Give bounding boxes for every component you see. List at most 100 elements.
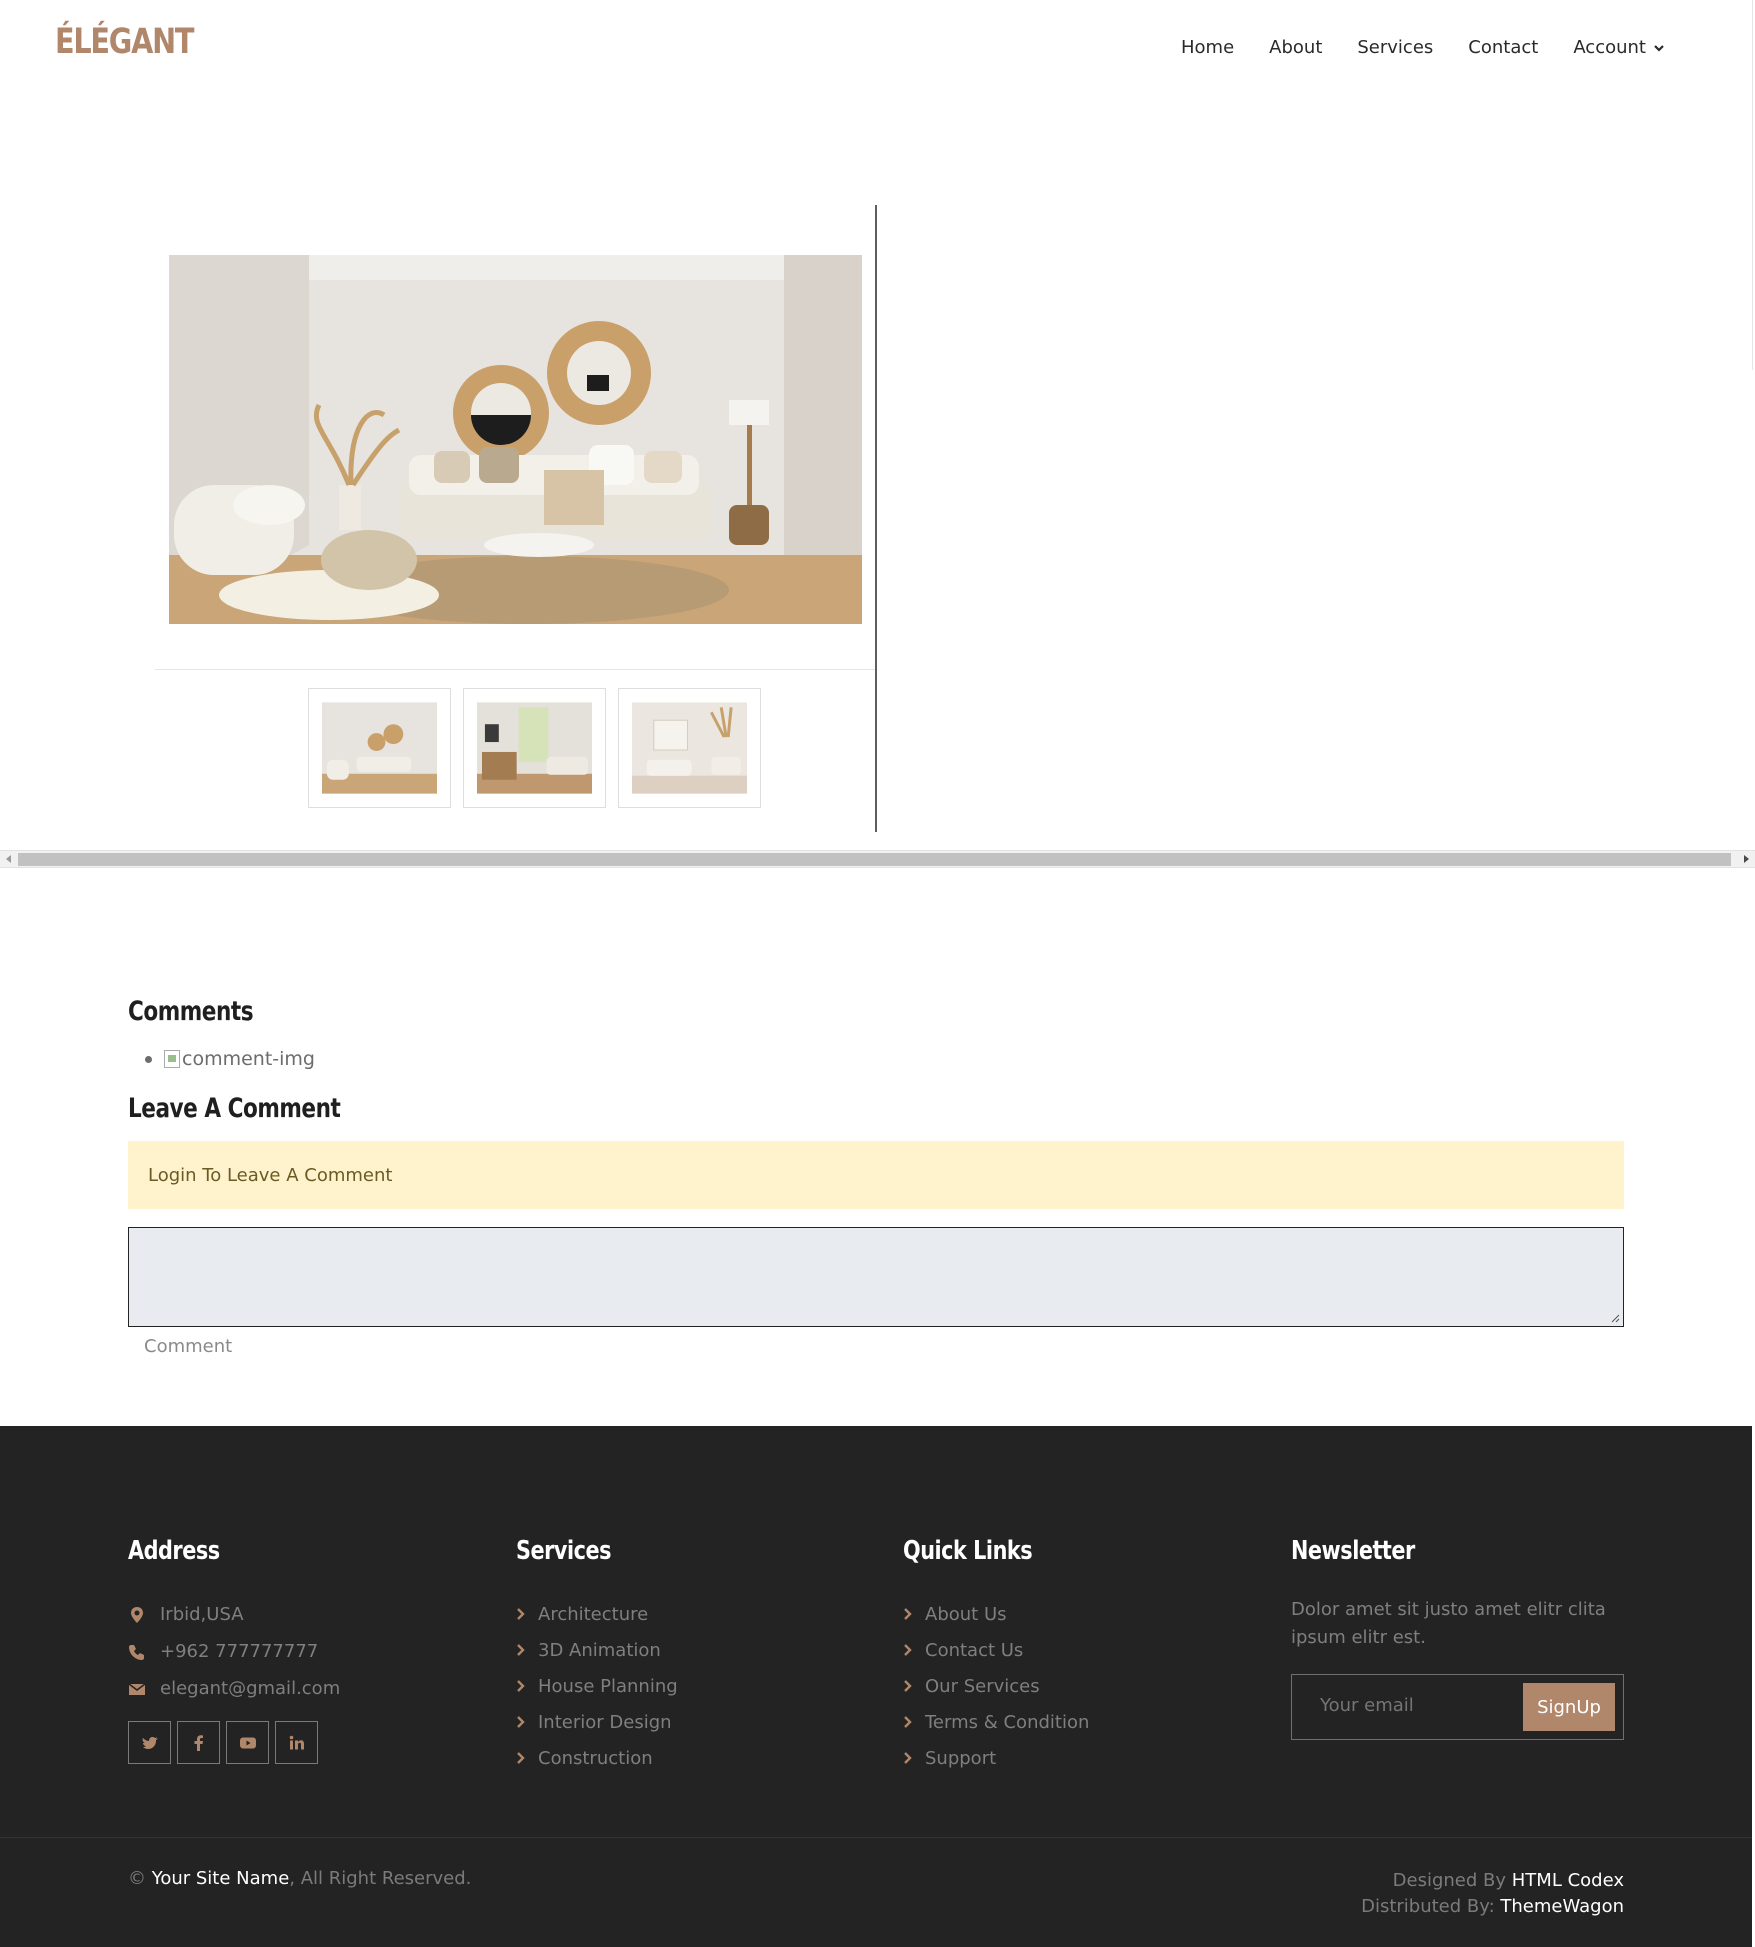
site-footer: Address Irbid,USA +962 777777777 elegant… [0, 1426, 1752, 1947]
nav-account[interactable]: Account [1573, 37, 1665, 58]
copyright: © Your Site Name, All Right Reserved. [128, 1868, 471, 1889]
footer-quick-link[interactable]: Terms & Condition [903, 1704, 1089, 1740]
nav-about[interactable]: About [1269, 37, 1322, 58]
address-phone-text: +962 777777777 [160, 1641, 319, 1662]
newsletter-text: Dolor amet sit justo amet elitr clita ip… [1291, 1599, 1606, 1648]
footer-service-link[interactable]: 3D Animation [516, 1632, 678, 1668]
thumbnail-1[interactable] [308, 688, 451, 808]
comment-field-label: Comment [144, 1336, 233, 1357]
youtube-icon [239, 1737, 256, 1748]
scrollbar-thumb[interactable] [18, 853, 1731, 866]
footer-address: Address Irbid,USA +962 777777777 elegant… [128, 1536, 340, 1764]
footer-separator [0, 1837, 1752, 1838]
leave-comment-heading: Leave A Comment [128, 1093, 341, 1124]
designed-by-link[interactable]: HTML Codex [1512, 1870, 1624, 1891]
chevron-right-icon [904, 1644, 912, 1656]
twitter-icon [142, 1736, 158, 1749]
chevron-right-icon [517, 1608, 525, 1620]
footer-service-link[interactable]: Interior Design [516, 1704, 678, 1740]
address-email-text: elegant@gmail.com [160, 1678, 341, 1699]
footer-quick-links: Quick Links About Us Contact Us Our Serv… [903, 1536, 1089, 1776]
phone-icon [129, 1644, 144, 1660]
footer-quick-link-label: About Us [925, 1603, 1007, 1625]
distributed-by-label: Distributed By: [1361, 1896, 1495, 1917]
youtube-button[interactable] [226, 1721, 269, 1764]
login-notice-text: Login To Leave A Comment [148, 1164, 393, 1186]
site-name-link[interactable]: Your Site Name [152, 1868, 290, 1889]
footer-quick-link-label: Support [925, 1747, 997, 1769]
nav-home[interactable]: Home [1181, 37, 1234, 58]
envelope-icon [128, 1682, 146, 1695]
comment-item: comment-img [145, 1048, 315, 1070]
newsletter-signup-button[interactable]: SignUp [1523, 1683, 1615, 1731]
newsletter-email-input[interactable] [1320, 1695, 1510, 1716]
chevron-right-icon [517, 1716, 525, 1728]
nav-services[interactable]: Services [1357, 37, 1433, 58]
footer-quick-link-label: Our Services [925, 1675, 1040, 1697]
credits: Designed By HTML Codex Distributed By: T… [1361, 1868, 1624, 1920]
main-room-image[interactable] [169, 255, 862, 624]
chevron-right-icon [517, 1644, 525, 1656]
scroll-left-arrow-icon[interactable] [6, 855, 11, 863]
main-nav: Home About Services Contact Account [1181, 37, 1665, 58]
address-location: Irbid,USA [128, 1596, 340, 1633]
footer-quick-link-label: Terms & Condition [925, 1711, 1090, 1733]
chevron-right-icon [904, 1752, 912, 1764]
scroll-right-arrow-icon[interactable] [1744, 855, 1749, 863]
address-email: elegant@gmail.com [128, 1670, 340, 1707]
footer-service-label: 3D Animation [538, 1639, 661, 1661]
horizontal-scrollbar[interactable] [0, 850, 1755, 868]
gallery-vertical-divider [875, 205, 877, 832]
linkedin-icon [289, 1735, 304, 1749]
comment-image-alt: comment-img [182, 1048, 315, 1070]
facebook-button[interactable] [177, 1721, 220, 1764]
thumbnail-strip [308, 688, 761, 808]
distributed-by-link[interactable]: ThemeWagon [1500, 1896, 1624, 1917]
footer-quick-link[interactable]: Contact Us [903, 1632, 1089, 1668]
rights-text: , All Right Reserved. [289, 1868, 472, 1889]
social-links [128, 1721, 340, 1764]
footer-services-title: Services [516, 1536, 612, 1566]
copyright-symbol: © [128, 1868, 146, 1889]
designed-by-line: Designed By HTML Codex [1361, 1868, 1624, 1894]
footer-quick-link-label: Contact Us [925, 1639, 1024, 1661]
twitter-button[interactable] [128, 1721, 171, 1764]
nav-account-label: Account [1573, 37, 1646, 58]
footer-service-label: House Planning [538, 1675, 678, 1697]
footer-newsletter: Newsletter Dolor amet sit justo amet eli… [1291, 1536, 1624, 1740]
newsletter-form: SignUp [1291, 1674, 1624, 1740]
footer-quick-link[interactable]: Our Services [903, 1668, 1089, 1704]
logo[interactable]: ÉLÉGANT [55, 22, 194, 62]
chevron-right-icon [904, 1608, 912, 1620]
thumbnail-image [477, 702, 592, 794]
designed-by-label: Designed By [1392, 1870, 1507, 1891]
facebook-icon [194, 1734, 203, 1751]
footer-quick-link[interactable]: Support [903, 1740, 1089, 1776]
footer-newsletter-title: Newsletter [1291, 1536, 1415, 1566]
footer-service-label: Construction [538, 1747, 653, 1769]
living-room-photo [169, 255, 862, 624]
resize-handle-icon[interactable] [1610, 1313, 1620, 1323]
chevron-right-icon [904, 1680, 912, 1692]
login-notice[interactable]: Login To Leave A Comment [128, 1141, 1624, 1209]
thumbnail-2[interactable] [463, 688, 606, 808]
chevron-right-icon [904, 1716, 912, 1728]
nav-contact[interactable]: Contact [1468, 37, 1538, 58]
address-phone: +962 777777777 [128, 1633, 340, 1670]
chevron-down-icon [1654, 44, 1664, 52]
thumbnail-image [632, 702, 747, 794]
footer-service-link[interactable]: Construction [516, 1740, 678, 1776]
footer-address-title: Address [128, 1536, 220, 1566]
footer-service-label: Architecture [538, 1603, 649, 1625]
chevron-right-icon [517, 1752, 525, 1764]
linkedin-button[interactable] [275, 1721, 318, 1764]
broken-image-icon [164, 1050, 180, 1068]
footer-service-link[interactable]: House Planning [516, 1668, 678, 1704]
map-marker-icon [131, 1606, 143, 1623]
footer-service-link[interactable]: Architecture [516, 1596, 678, 1632]
footer-quick-link[interactable]: About Us [903, 1596, 1089, 1632]
comments-heading: Comments [128, 996, 254, 1027]
comment-textarea[interactable] [128, 1227, 1624, 1327]
footer-service-label: Interior Design [538, 1711, 672, 1733]
thumbnail-3[interactable] [618, 688, 761, 808]
